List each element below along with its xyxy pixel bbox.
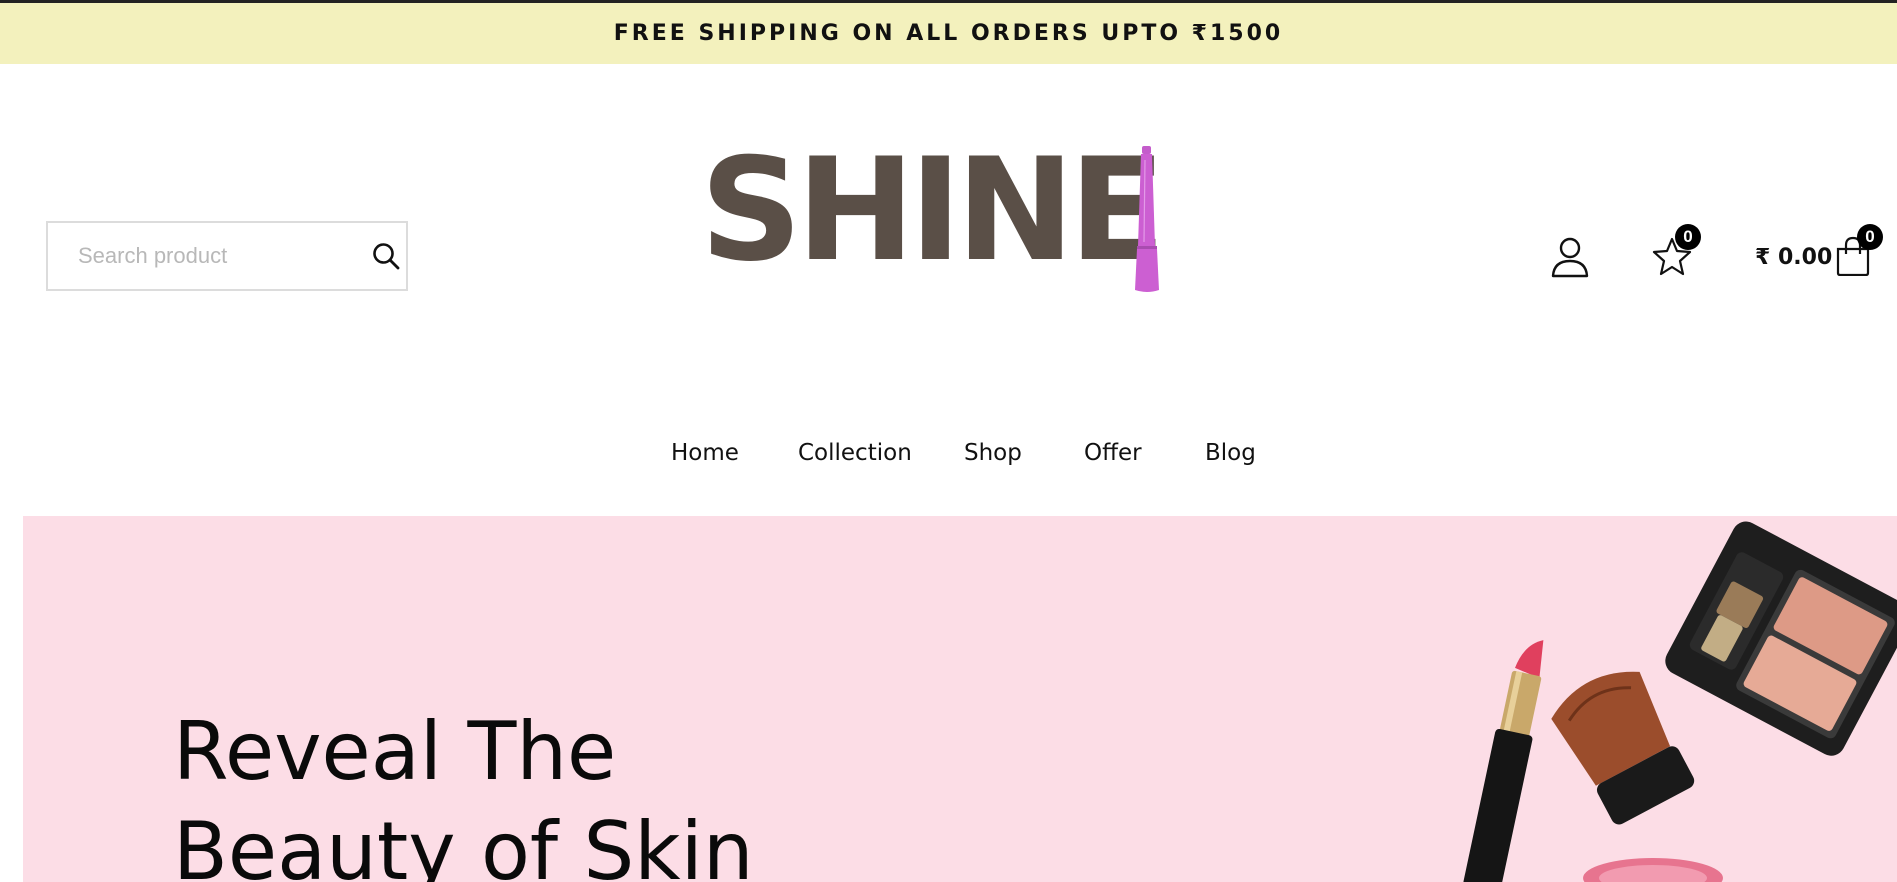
- hero-title-line-2: Beauty of Skin: [173, 805, 754, 882]
- blush-compact-image: [1665, 521, 1897, 756]
- cart-button[interactable]: 0: [1834, 224, 1883, 281]
- search-input[interactable]: [48, 223, 366, 289]
- wishlist-button[interactable]: 0: [1652, 224, 1701, 281]
- hero-cosmetics-image: [1463, 521, 1897, 882]
- brand-logo[interactable]: SHINE: [700, 140, 1170, 300]
- search-icon: [373, 243, 400, 270]
- cart-count-badge: 0: [1857, 224, 1883, 250]
- wishlist-count-badge: 0: [1675, 224, 1701, 250]
- search-button[interactable]: [366, 223, 406, 289]
- hero-banner: Reveal The Beauty of Skin: [23, 516, 1897, 882]
- nav-item-offer[interactable]: Offer: [1084, 440, 1142, 466]
- nav-item-blog[interactable]: Blog: [1205, 440, 1256, 466]
- announcement-bar: FREE SHIPPING ON ALL ORDERS UPTO ₹1500: [0, 3, 1897, 64]
- brand-logo-text: SHINE: [700, 128, 1166, 293]
- blush-brush-image: [1551, 671, 1695, 825]
- user-icon: [1551, 237, 1589, 278]
- cart-total[interactable]: ₹ 0.00: [1755, 245, 1832, 270]
- announcement-text: FREE SHIPPING ON ALL ORDERS UPTO ₹1500: [613, 21, 1284, 46]
- account-button[interactable]: [1550, 236, 1590, 283]
- nav-item-home[interactable]: Home: [671, 440, 739, 466]
- search-box: [46, 221, 408, 291]
- lipstick-image: [1463, 640, 1544, 882]
- main-navigation: Home Collection Shop Offer Blog: [0, 440, 1897, 474]
- eyeliner-tube-icon: [1135, 146, 1159, 292]
- nav-item-shop[interactable]: Shop: [964, 440, 1022, 466]
- hero-title: Reveal The Beauty of Skin: [173, 702, 1073, 882]
- hero-title-line-1: Reveal The: [173, 705, 617, 798]
- nav-item-collection[interactable]: Collection: [798, 440, 912, 466]
